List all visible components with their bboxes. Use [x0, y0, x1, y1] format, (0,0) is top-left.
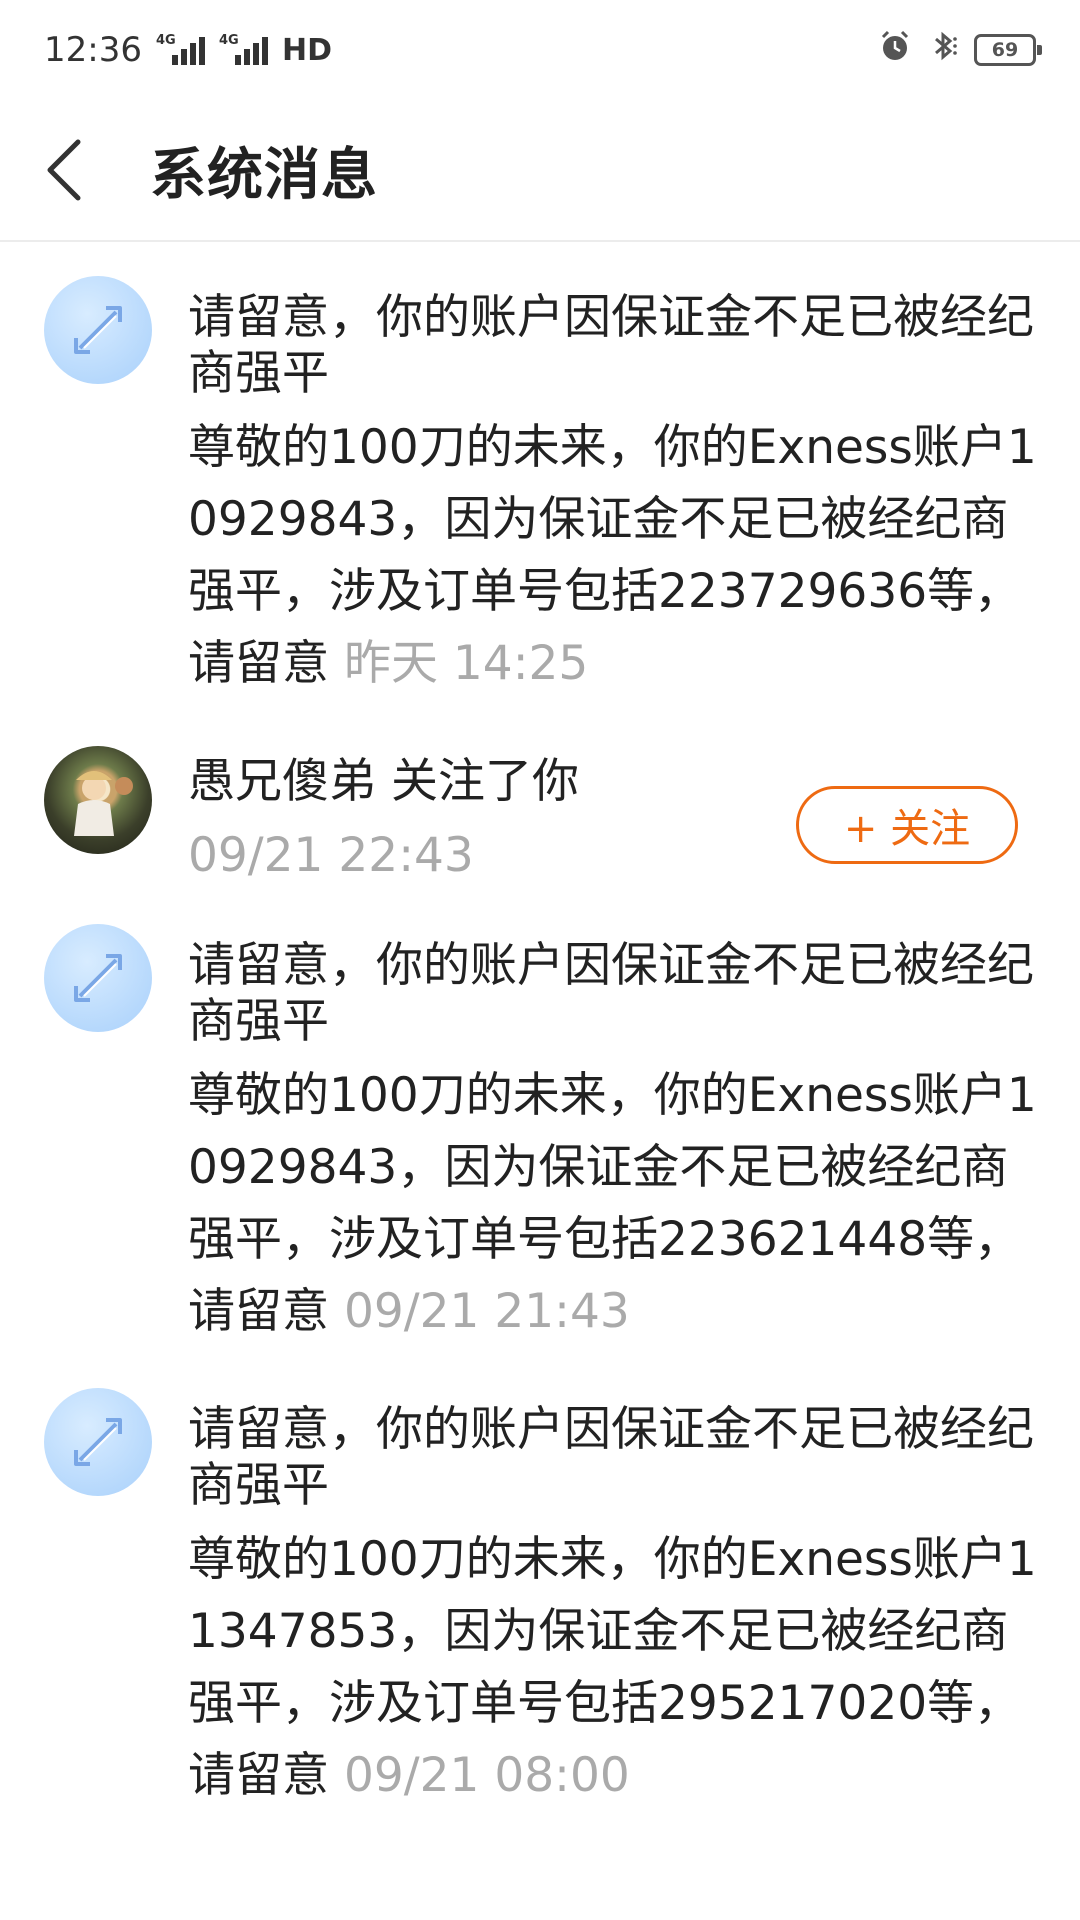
page-title: 系统消息	[150, 142, 378, 208]
hd-label: HD	[281, 32, 332, 68]
signal-icon-2: 4G	[218, 33, 268, 65]
avatar[interactable]	[44, 746, 152, 854]
follow-button[interactable]: + 关注	[796, 786, 1018, 864]
battery-level: 69	[991, 39, 1019, 61]
user-photo-icon	[74, 771, 133, 836]
network-type-2: 4G	[218, 33, 239, 48]
expand-arrows-icon	[74, 306, 122, 354]
status-right: 69	[878, 29, 1042, 72]
battery-icon: 69	[974, 34, 1042, 66]
message-title: 请留意，你的账户因保证金不足已被经纪商强平	[188, 290, 1034, 401]
message-time: 09/21 22:43	[188, 828, 474, 883]
alarm-clock-icon	[878, 29, 912, 72]
follow-text: 愚兄傻弟 关注了你	[188, 754, 579, 809]
status-bar: 12:36 4G 4G HD 69	[0, 0, 1080, 100]
system-avatar	[44, 924, 152, 1032]
status-time: 12:36	[44, 30, 142, 70]
message-time: 09/21 08:00	[343, 1748, 630, 1803]
message-list[interactable]: 请留意，你的账户因保证金不足已被经纪商强平 尊敬的100刀的未来，你的Exnes…	[0, 244, 1080, 1812]
status-left: 12:36 4G 4G HD	[44, 30, 332, 70]
message-body: 尊敬的100刀的未来，你的Exness账户11347853，因为保证金不足已被经…	[188, 1524, 1050, 1812]
list-item-follow[interactable]: 愚兄傻弟 关注了你 09/21 22:43 + 关注	[0, 714, 1080, 884]
message-title: 请留意，你的账户因保证金不足已被经纪商强平	[188, 938, 1034, 1049]
message-title: 请留意，你的账户因保证金不足已被经纪商强平	[188, 1402, 1034, 1513]
network-type-1: 4G	[155, 33, 176, 48]
back-button[interactable]	[0, 99, 150, 241]
expand-arrows-icon	[74, 954, 122, 1002]
list-item[interactable]: 请留意，你的账户因保证金不足已被经纪商强平 尊敬的100刀的未来，你的Exnes…	[0, 244, 1080, 700]
signal-icon-1: 4G	[155, 33, 205, 65]
bluetooth-icon	[926, 29, 960, 72]
list-item[interactable]: 请留意，你的账户因保证金不足已被经纪商强平 尊敬的100刀的未来，你的Exnes…	[0, 892, 1080, 1348]
message-body: 尊敬的100刀的未来，你的Exness账户10929843，因为保证金不足已被经…	[188, 412, 1050, 700]
message-time: 昨天 14:25	[343, 636, 589, 691]
chevron-left-icon	[47, 139, 81, 201]
nav-bar: 系统消息	[0, 100, 1080, 242]
message-text: 尊敬的100刀的未来，你的Exness账户10929843，因为保证金不足已被经…	[188, 420, 1037, 691]
system-avatar	[44, 1388, 152, 1496]
expand-arrows-icon	[74, 1418, 122, 1466]
message-body: 尊敬的100刀的未来，你的Exness账户10929843，因为保证金不足已被经…	[188, 1060, 1050, 1348]
system-avatar	[44, 276, 152, 384]
message-time: 09/21 21:43	[343, 1284, 630, 1339]
list-item[interactable]: 请留意，你的账户因保证金不足已被经纪商强平 尊敬的100刀的未来，你的Exnes…	[0, 1356, 1080, 1812]
